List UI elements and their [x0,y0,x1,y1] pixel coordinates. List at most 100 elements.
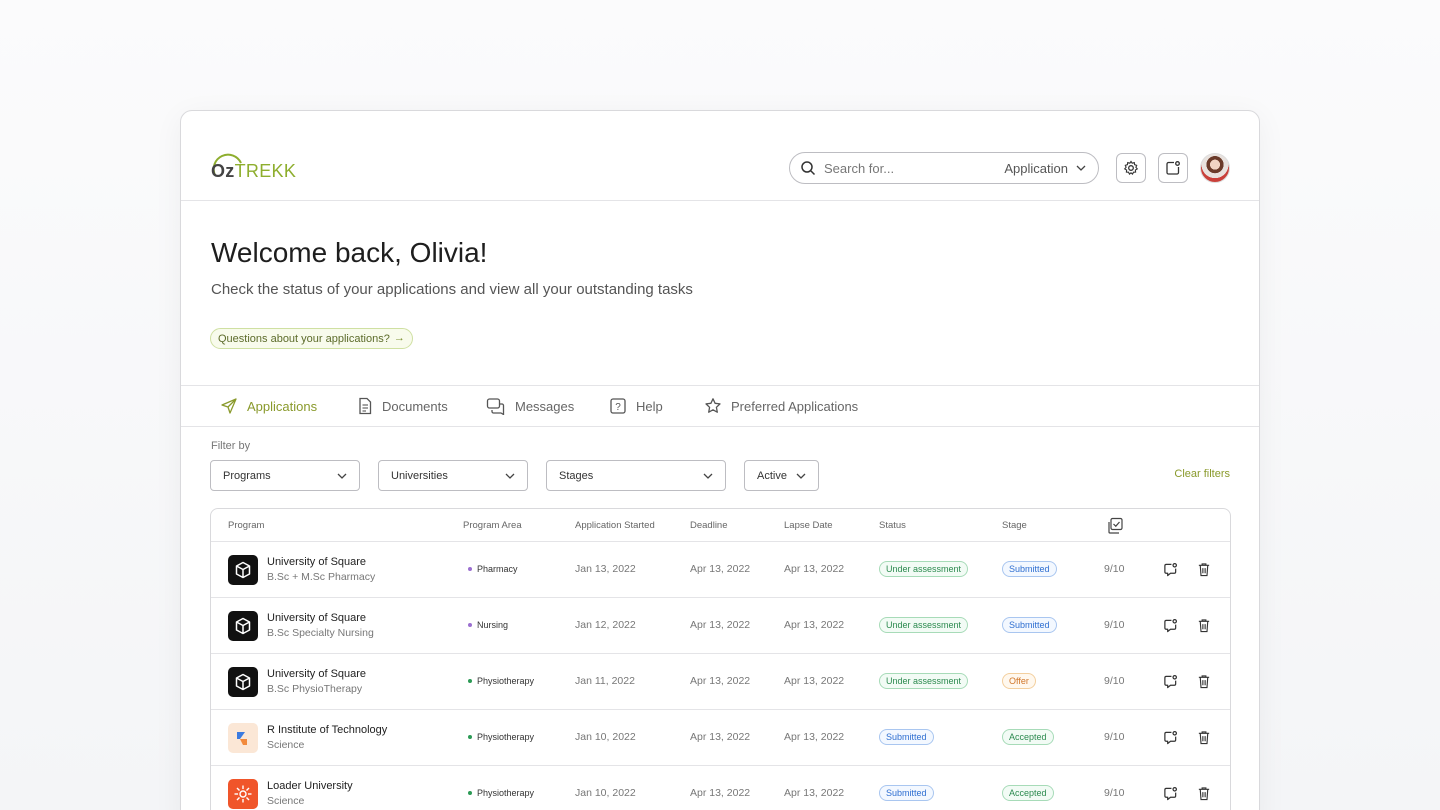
tab-preferred-applications[interactable]: Preferred Applications [704,397,858,415]
programs-filter[interactable]: Programs [210,460,360,491]
task-progress: 9/10 [1104,787,1125,799]
program-name: Science [267,739,305,751]
universities-filter[interactable]: Universities [378,460,528,491]
send-icon [221,398,237,414]
deadline: Apr 13, 2022 [690,619,751,631]
table-row[interactable]: University of Square B.Sc Specialty Nursi… [211,598,1230,654]
clear-filters-link[interactable]: Clear filters [1174,468,1230,480]
university-logo [228,779,258,809]
page-subtitle: Check the status of your applications an… [211,281,693,298]
active-filter-label: Active [757,469,787,482]
questions-chip[interactable]: Questions about your applications? → [210,328,413,349]
program-area: Physiotherapy [468,788,534,798]
tab-applications-label: Applications [247,398,318,414]
task-progress: 9/10 [1104,731,1125,743]
programs-filter-label: Programs [223,469,271,482]
cube-logo-icon [235,673,251,691]
table-row[interactable]: Loader University Science Physiotherapy Jan… [211,766,1230,810]
search-input[interactable] [824,160,984,176]
table-row[interactable]: University of Square B.Sc PhysioTherapy Ph… [211,654,1230,710]
stage-badge: Accepted [1002,785,1054,801]
program-area: Physiotherapy [468,732,534,742]
deadline: Apr 13, 2022 [690,675,751,687]
user-avatar[interactable] [1200,153,1230,183]
program-area: Nursing [468,620,508,630]
application-started: Jan 10, 2022 [575,787,636,799]
delete-button[interactable] [1196,729,1212,745]
university-name[interactable]: University of Square [267,612,366,624]
delete-button[interactable] [1196,673,1212,689]
header-lapse-date: Lapse Date [784,520,833,531]
stage-badge: Offer [1002,673,1036,689]
message-button[interactable] [1162,673,1178,689]
top-bar: OzTREKK Application [181,111,1259,201]
stages-filter[interactable]: Stages [546,460,726,491]
logo-oz-text: Oz [211,161,235,181]
tab-documents[interactable]: Documents [357,397,448,415]
stages-filter-label: Stages [559,469,594,482]
university-name[interactable]: Loader University [267,780,353,792]
table-row[interactable]: University of Square B.Sc + M.Sc Pharmacy… [211,542,1230,598]
program-area: Pharmacy [468,564,518,574]
deadline: Apr 13, 2022 [690,731,751,743]
status-badge: Submitted [879,785,934,801]
deadline: Apr 13, 2022 [690,563,751,575]
delete-button[interactable] [1196,617,1212,633]
message-button[interactable] [1162,561,1178,577]
program-area-label: Physiotherapy [477,732,535,742]
header-status: Status [879,520,906,531]
active-filter[interactable]: Active [744,460,819,491]
tab-applications[interactable]: Applications [220,397,317,415]
area-dot [468,735,472,739]
svg-text:?: ? [615,402,621,413]
table-row[interactable]: R Institute of Technology Science Physioth… [211,710,1230,766]
message-button[interactable] [1162,785,1178,801]
settings-button[interactable] [1116,153,1146,183]
university-name[interactable]: University of Square [267,556,366,568]
lapse-date: Apr 13, 2022 [784,563,845,575]
oztrekk-logo[interactable]: OzTREKK [211,153,301,185]
notifications-button[interactable] [1158,153,1188,183]
tab-help[interactable]: ? Help [609,397,663,415]
delete-button[interactable] [1196,785,1212,801]
status-badge: Submitted [879,729,934,745]
chevron-down-icon [505,473,515,479]
tasks-check-icon[interactable] [1106,517,1124,535]
tab-preferred-label: Preferred Applications [731,398,859,414]
questions-chip-label: Questions about your applications? [218,332,390,345]
arrow-right-icon: → [393,332,405,344]
university-logo [228,555,258,585]
program-area-label: Physiotherapy [477,676,535,686]
search-icon [801,161,816,176]
message-icon [1163,674,1177,688]
program-area-label: Nursing [477,620,509,630]
message-icon [1163,562,1177,576]
trash-icon [1198,562,1210,576]
area-dot [468,791,472,795]
university-name[interactable]: University of Square [267,668,366,680]
tab-messages[interactable]: Messages [486,397,574,415]
area-dot [468,679,472,683]
area-dot [468,623,472,627]
logo-trekk-text: TREKK [234,161,297,181]
stage-badge: Submitted [1002,617,1057,633]
page-title: Welcome back, Olivia! [211,237,488,268]
stage-badge: Accepted [1002,729,1054,745]
status-badge: Under assessment [879,673,969,689]
university-logo [228,611,258,641]
university-logo [228,723,258,753]
document-icon [359,397,372,415]
notification-icon [1166,161,1180,175]
filter-by-label: Filter by [211,440,251,452]
application-started: Jan 10, 2022 [575,731,636,743]
task-progress: 9/10 [1104,619,1125,631]
message-button[interactable] [1162,617,1178,633]
delete-button[interactable] [1196,561,1212,577]
university-name[interactable]: R Institute of Technology [267,724,387,736]
universities-filter-label: Universities [391,469,448,482]
application-started: Jan 13, 2022 [575,563,636,575]
search-scope-dropdown[interactable]: Application [1004,161,1086,176]
chevron-down-icon [337,473,347,479]
tab-documents-label: Documents [382,398,448,414]
message-button[interactable] [1162,729,1178,745]
